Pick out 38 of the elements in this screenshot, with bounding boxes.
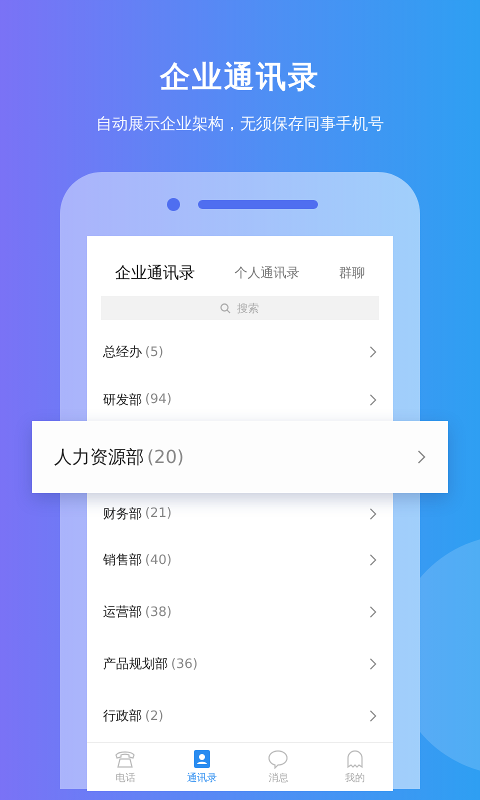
member-count: (2)	[145, 708, 164, 724]
chevron-icon	[369, 606, 377, 618]
member-count: (21)	[145, 506, 172, 521]
contacts-icon	[192, 749, 211, 769]
camera-dot	[167, 198, 180, 211]
member-count: (20)	[147, 446, 184, 468]
department-name: 行政部	[103, 708, 142, 725]
department-name: 财务部	[103, 506, 142, 522]
headline: 企业通讯录	[160, 59, 320, 97]
department-name: 总经办	[103, 344, 142, 361]
search-field[interactable]: 搜索	[101, 296, 379, 320]
department-name: 运营部	[103, 604, 142, 621]
chevron-icon	[369, 658, 377, 670]
member-count: (5)	[145, 344, 164, 360]
chevron-icon	[369, 346, 377, 358]
member-count: (38)	[145, 604, 172, 620]
chevron-icon	[369, 710, 377, 722]
tab[interactable]: 个人通讯录	[234, 264, 300, 282]
subtitle: 自动展示企业架构，无须保存同事手机号	[96, 114, 384, 134]
tab[interactable]: 群聊	[339, 264, 366, 282]
search-icon	[220, 303, 231, 314]
telephone-icon	[114, 749, 136, 769]
member-count: (36)	[171, 656, 198, 672]
department-name: 研发部	[103, 392, 142, 408]
department-name: 销售部	[103, 552, 142, 569]
tab-bar-item[interactable]: 通讯录	[164, 743, 240, 791]
member-count: (40)	[145, 552, 172, 568]
speech-bubble-icon	[267, 749, 290, 769]
member-count: (94)	[145, 392, 172, 407]
department-name: 产品规划部	[103, 656, 168, 673]
department-name: 人力资源部	[54, 446, 144, 469]
chevron-icon	[369, 508, 377, 520]
chevron-icon	[369, 394, 377, 406]
chevron-icon	[369, 554, 377, 566]
chevron-icon	[417, 450, 426, 464]
tab[interactable]: 企业通讯录	[114, 262, 195, 284]
profile-icon	[344, 749, 365, 769]
department-row[interactable]: 人力资源部 (20)	[32, 421, 448, 493]
